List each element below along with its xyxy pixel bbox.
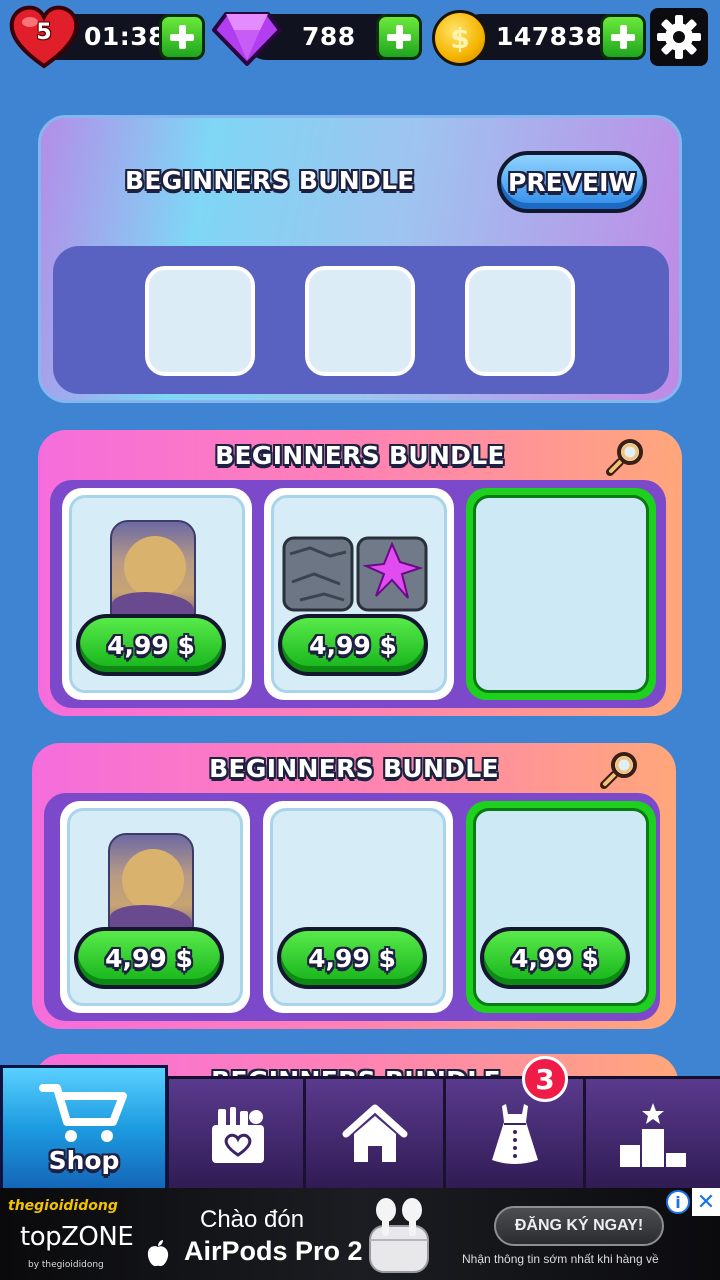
coin-icon: $ — [432, 10, 488, 66]
shopping-cart-icon — [39, 1083, 127, 1142]
bundle-item-selected[interactable] — [466, 488, 656, 700]
gem-count: 788 — [302, 22, 356, 51]
ad-brand-logo: topZONE — [20, 1222, 134, 1252]
home-icon — [342, 1104, 407, 1162]
leaderboard-icon — [620, 1103, 686, 1167]
add-gems-button[interactable] — [376, 14, 422, 60]
bundle-card: BEGINNERS BUNDLE 4,99 $ 4,99 $ — [38, 430, 682, 716]
ad-brand-sub: by thegioididong — [28, 1260, 104, 1270]
preview-slots — [53, 246, 669, 394]
add-lives-button[interactable] — [159, 14, 205, 60]
ad-close-icon[interactable]: ✕ — [692, 1188, 720, 1216]
bundle-items: 4,99 $ 4,99 $ 4,99 $ — [44, 793, 660, 1021]
dress-icon — [491, 1104, 538, 1164]
airpods-image — [369, 1198, 429, 1273]
magnifier-icon[interactable] — [606, 436, 646, 476]
settings-button[interactable] — [650, 8, 708, 66]
lives-timer: 01:38 — [84, 22, 167, 51]
lives-count: 5 — [36, 20, 52, 45]
preview-slot — [305, 266, 415, 376]
tab-gifts[interactable] — [166, 1079, 306, 1191]
coin-count: 147838 — [496, 22, 604, 51]
tab-leaderboard[interactable] — [583, 1079, 720, 1191]
bundle-item-selected[interactable]: 4,99 $ — [466, 801, 656, 1013]
preview-button[interactable]: PREVEIW — [497, 151, 647, 213]
bundle-item[interactable]: 4,99 $ — [264, 488, 454, 700]
ad-headline: Chào đón — [200, 1206, 305, 1233]
buy-button[interactable]: 4,99 $ — [74, 927, 224, 989]
sunset-background-thumbnail — [108, 833, 194, 937]
bundle-items: 4,99 $ 4,99 $ — [50, 480, 666, 708]
bundle-item[interactable]: 4,99 $ — [60, 801, 250, 1013]
magnifier-icon[interactable] — [600, 749, 640, 789]
ad-brand-top: thegioididong — [8, 1198, 118, 1214]
stone-tiles-thumbnail — [282, 536, 428, 612]
notification-badge: 3 — [522, 1056, 568, 1102]
bundle-card: BEGINNERS BUNDLE 4,99 $ 4,99 $ 4,99 $ — [32, 743, 676, 1029]
currency-bar: 01:38 5 788 147838 $ — [0, 0, 720, 76]
gem-icon — [212, 12, 282, 66]
preview-slot — [145, 266, 255, 376]
sunset-background-thumbnail — [110, 520, 196, 624]
gear-icon — [657, 15, 701, 59]
preview-bundle-card: BEGINNERS BUNDLE PREVEIW — [38, 115, 682, 403]
tab-home[interactable] — [303, 1079, 443, 1191]
coin-symbol: $ — [450, 21, 470, 55]
shop-tab-label: Shop — [48, 1145, 120, 1175]
bundle-title: BEGINNERS BUNDLE — [125, 166, 415, 195]
bundle-title: BEGINNERS BUNDLE — [209, 754, 499, 783]
bundle-item[interactable]: 4,99 $ — [263, 801, 453, 1013]
item-frame — [473, 495, 649, 693]
gift-basket-icon — [211, 1107, 264, 1163]
apple-logo-icon — [147, 1240, 169, 1267]
add-coins-button[interactable] — [600, 14, 646, 60]
bottom-nav: Shop — [0, 1065, 720, 1191]
bundle-title: BEGINNERS BUNDLE — [215, 441, 505, 470]
preview-slot — [465, 266, 575, 376]
buy-button[interactable]: 4,99 $ — [480, 927, 630, 989]
bundle-item[interactable]: 4,99 $ — [62, 488, 252, 700]
ad-banner[interactable]: thegioididong topZONE by thegioididong C… — [0, 1188, 720, 1280]
tab-shop[interactable]: Shop — [0, 1065, 168, 1191]
buy-button[interactable]: 4,99 $ — [277, 927, 427, 989]
buy-button[interactable]: 4,99 $ — [76, 614, 226, 676]
ad-cta-button[interactable]: ĐĂNG KÝ NGAY! — [494, 1206, 664, 1246]
tab-dress[interactable] — [443, 1079, 583, 1191]
ad-subtext: Nhận thông tin sớm nhất khi hàng về — [462, 1252, 659, 1266]
buy-button[interactable]: 4,99 $ — [278, 614, 428, 676]
ad-info-icon[interactable]: i — [666, 1190, 690, 1214]
ad-product: AirPods Pro 2 — [184, 1236, 363, 1266]
